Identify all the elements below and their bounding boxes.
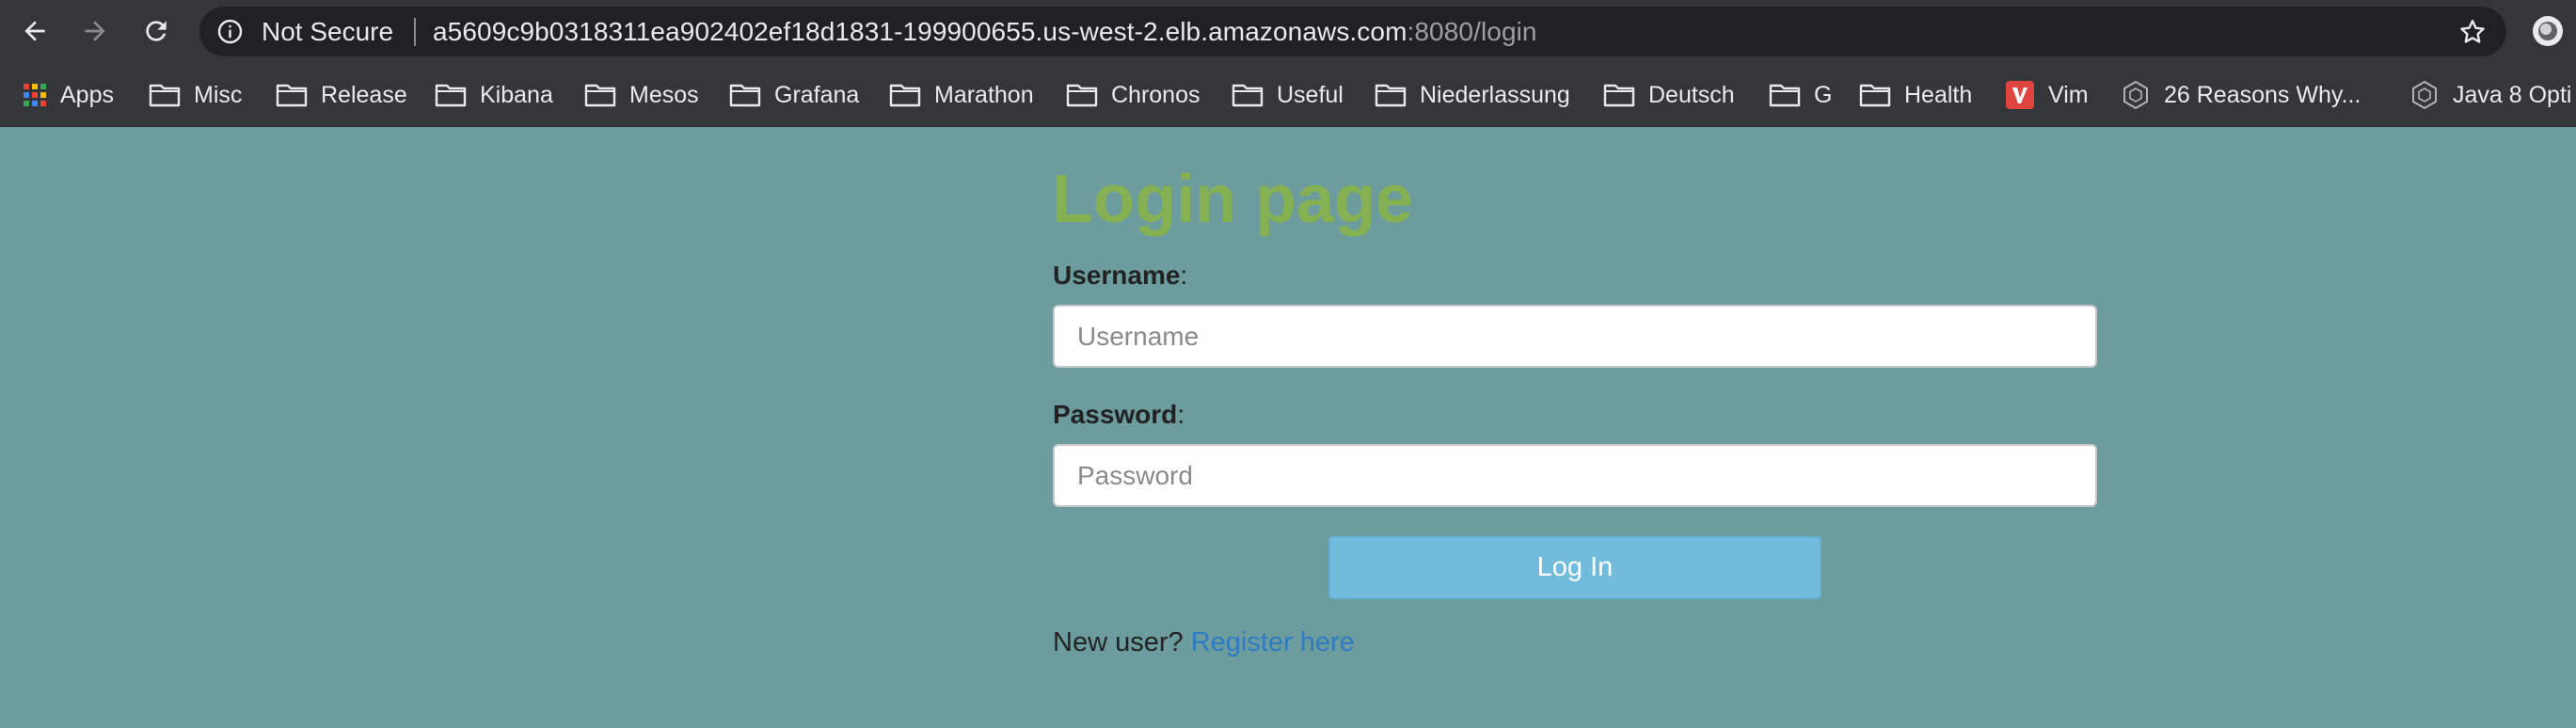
password-label-text: Password	[1053, 400, 1178, 429]
bookmark-folder-mesos[interactable]: Mesos	[584, 63, 699, 126]
folder-icon	[729, 84, 761, 107]
url-host: a5609c9b0318311ea902402ef18d1831-1999006…	[433, 17, 1407, 46]
bookmark-folder-misc[interactable]: Misc	[149, 63, 243, 126]
bookmark-folder-useful[interactable]: Useful	[1232, 63, 1344, 126]
back-button[interactable]	[13, 9, 56, 53]
bookmark-folder-release[interactable]: Release	[276, 63, 407, 126]
folder-icon	[276, 84, 308, 107]
url-port-path: :8080/login	[1407, 17, 1537, 46]
bookmark-26-reasons[interactable]: 26 Reasons Why...	[2121, 63, 2361, 126]
bookmark-label: Java 8 Opti	[2453, 82, 2572, 108]
bookmark-label: Health	[1904, 82, 1973, 108]
reload-button[interactable]	[135, 9, 178, 53]
bookmark-label: 26 Reasons Why...	[2164, 82, 2361, 108]
login-button[interactable]: Log In	[1328, 536, 1821, 599]
folder-icon	[1375, 84, 1407, 107]
star-bookmark-icon[interactable]	[2457, 17, 2488, 47]
folder-icon	[1603, 84, 1635, 107]
username-label-colon: :	[1180, 261, 1188, 290]
bookmark-label: Chronos	[1111, 82, 1201, 108]
security-status[interactable]: Not Secure	[262, 17, 393, 47]
bookmark-vim[interactable]: Vim	[2005, 63, 2089, 126]
bookmark-label: Marathon	[934, 82, 1034, 108]
omnibox-divider	[414, 18, 416, 46]
info-icon[interactable]	[216, 18, 244, 45]
username-label-text: Username	[1053, 261, 1181, 290]
page-title: Login page	[1052, 162, 1413, 237]
bookmark-label: Deutsch	[1648, 82, 1735, 108]
bookmark-folder-grafana[interactable]: Grafana	[729, 63, 860, 126]
bookmark-label: Release	[321, 82, 407, 108]
bookmark-label: Apps	[60, 82, 114, 108]
password-label-colon: :	[1177, 400, 1185, 429]
bookmark-label: Mesos	[629, 82, 699, 108]
folder-icon	[1066, 84, 1098, 107]
bookmark-label: Grafana	[774, 82, 860, 108]
folder-icon	[149, 84, 181, 107]
folder-icon	[1859, 84, 1891, 107]
bookmark-folder-chronos[interactable]: Chronos	[1066, 63, 1201, 126]
bookmark-folder-niederlassung[interactable]: Niederlassung	[1375, 63, 1570, 126]
folder-icon	[584, 84, 616, 107]
username-label: Username:	[1053, 261, 1187, 291]
reload-icon	[146, 21, 167, 41]
bookmark-label: Misc	[194, 82, 243, 108]
folder-icon	[435, 84, 467, 107]
bookmark-apps[interactable]: Apps	[23, 63, 114, 126]
browser-toolbar: Not Secure a5609c9b0318311ea902402ef18d1…	[0, 0, 2576, 63]
bookmark-label: Useful	[1277, 82, 1344, 108]
new-user-prompt: New user? Register here	[1053, 626, 1355, 658]
url-text[interactable]: a5609c9b0318311ea902402ef18d1831-1999006…	[433, 17, 1537, 47]
forward-button[interactable]	[73, 9, 117, 53]
bookmark-label: G	[1814, 82, 1833, 108]
arrow-right-icon	[85, 21, 105, 41]
page-content: Login page Username: Password: Log In Ne…	[0, 127, 2576, 728]
bookmark-label: Kibana	[480, 82, 553, 108]
bookmarks-bar: Apps Misc Release Kibana Mesos Grafana M…	[0, 63, 2576, 127]
profile-avatar-icon[interactable]	[2531, 14, 2565, 48]
bookmark-folder-g[interactable]: G	[1769, 63, 1833, 126]
username-input[interactable]	[1053, 305, 2097, 368]
bookmark-folder-marathon[interactable]: Marathon	[889, 63, 1034, 126]
bookmark-label: Niederlassung	[1420, 82, 1570, 108]
register-link[interactable]: Register here	[1191, 627, 1355, 657]
folder-icon	[1232, 84, 1264, 107]
folder-icon	[889, 84, 921, 107]
bookmark-label: Vim	[2048, 82, 2089, 108]
new-user-text: New user?	[1053, 627, 1184, 657]
arrow-left-icon	[24, 21, 45, 41]
bookmark-folder-deutsch[interactable]: Deutsch	[1603, 63, 1735, 126]
vim-icon	[2006, 81, 2034, 109]
password-label: Password:	[1053, 400, 1185, 430]
folder-icon	[1769, 84, 1801, 107]
apps-grid-icon	[24, 84, 46, 106]
hexagon-icon	[2412, 80, 2437, 110]
bookmark-java-8[interactable]: Java 8 Opti	[2409, 63, 2572, 126]
address-bar[interactable]: Not Secure a5609c9b0318311ea902402ef18d1…	[199, 7, 2506, 56]
bookmark-folder-health[interactable]: Health	[1859, 63, 1973, 126]
bookmark-folder-kibana[interactable]: Kibana	[435, 63, 553, 126]
hexagon-icon	[2123, 80, 2148, 110]
password-input[interactable]	[1053, 444, 2097, 507]
